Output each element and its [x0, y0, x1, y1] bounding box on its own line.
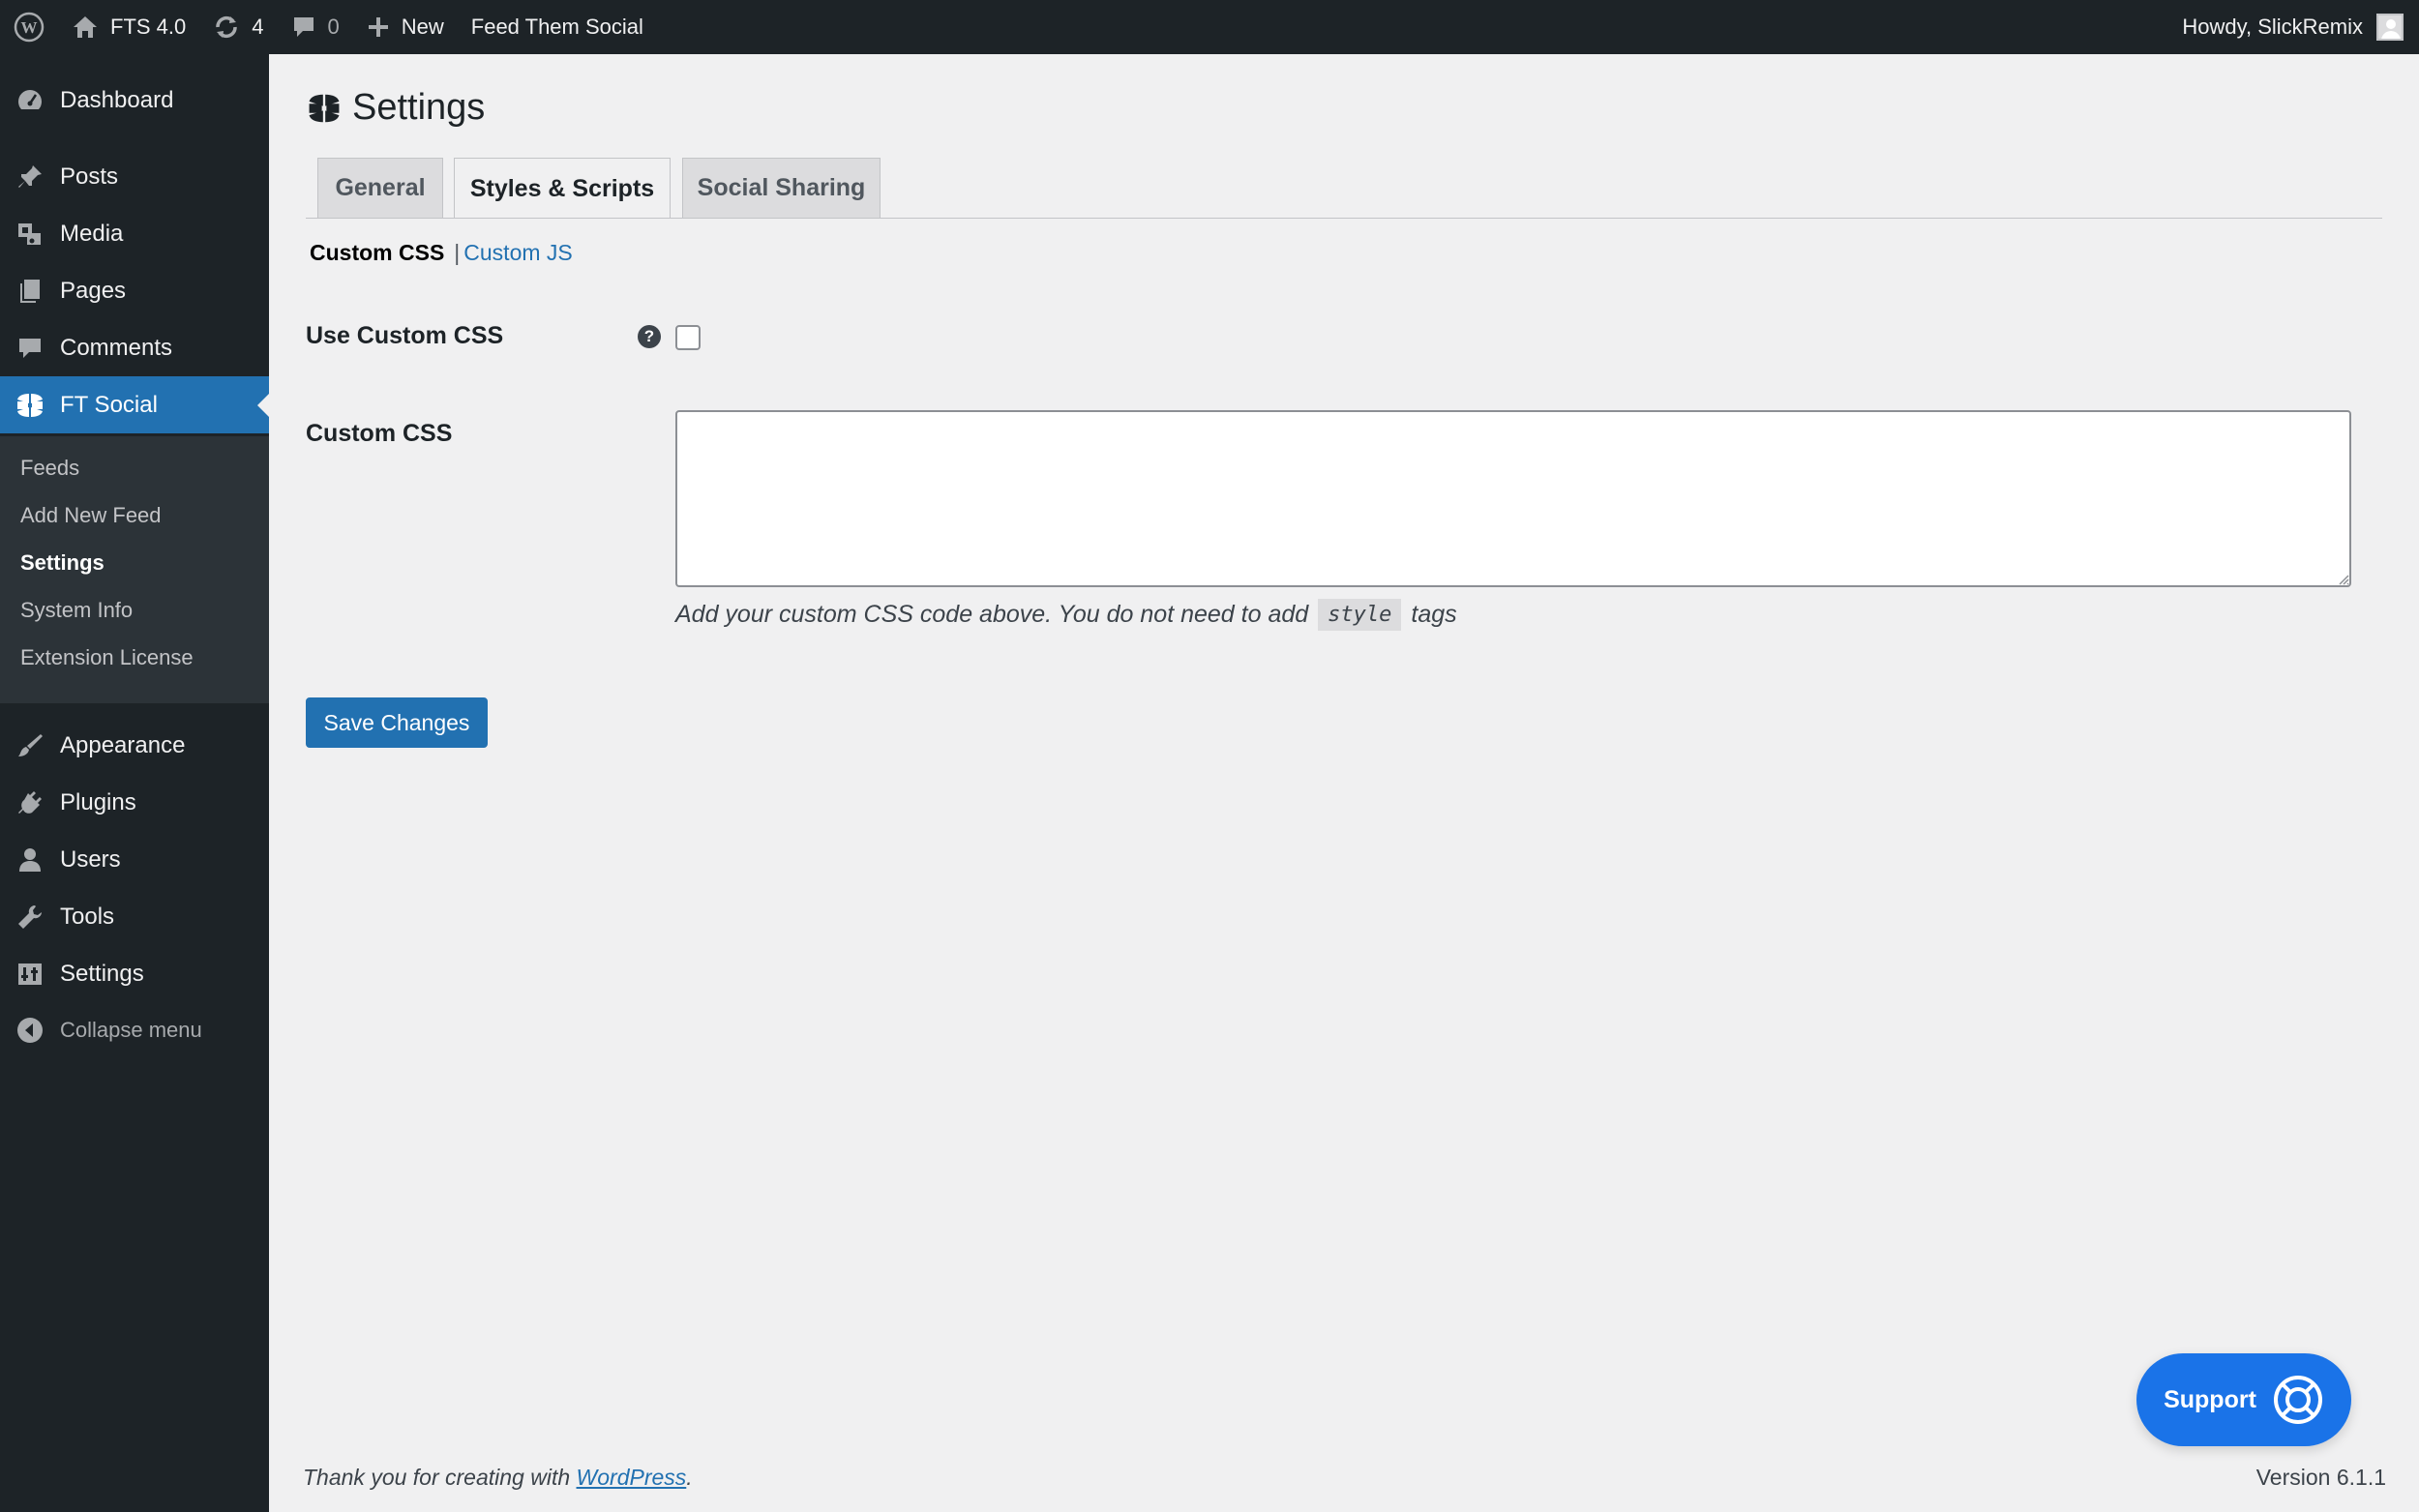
comments-count: 0 — [327, 15, 340, 39]
wordpress-logo-button[interactable]: W — [0, 0, 58, 54]
home-icon — [74, 16, 97, 38]
ft-social-submenu: Feeds Add New Feed Settings System Info … — [0, 436, 269, 703]
menu-label: FT Social — [60, 391, 158, 418]
menu-label: Dashboard — [60, 86, 174, 113]
admin-sidebar: Dashboard Posts Media Pages Comments FT … — [0, 54, 269, 1512]
resize-handle-icon[interactable] — [2338, 574, 2349, 585]
site-name-link[interactable]: FTS 4.0 — [58, 0, 199, 54]
comments-link[interactable]: 0 — [278, 0, 353, 54]
menu-media[interactable]: Media — [0, 205, 269, 262]
menu-plugins[interactable]: Plugins — [0, 774, 269, 831]
new-content-link[interactable]: New — [353, 0, 458, 54]
ft-social-icon — [309, 94, 340, 122]
menu-label: Users — [60, 845, 121, 873]
help-icon[interactable]: ? — [638, 325, 661, 348]
custom-css-label: Custom CSS — [306, 420, 453, 447]
feed-them-social-label: Feed Them Social — [470, 15, 643, 39]
submenu-settings[interactable]: Settings — [20, 550, 105, 576]
support-button[interactable]: Support — [2136, 1353, 2351, 1446]
collapse-menu-button[interactable]: Collapse menu — [0, 1001, 269, 1058]
settings-icon — [0, 960, 60, 989]
ft-social-icon — [0, 391, 60, 420]
submenu-system-info[interactable]: System Info — [20, 598, 133, 623]
avatar — [2376, 14, 2404, 41]
help-glyph: ? — [643, 327, 655, 345]
new-label: New — [401, 15, 444, 39]
collapse-menu-label: Collapse menu — [60, 1017, 202, 1042]
my-account-menu[interactable]: Howdy, SlickRemix — [2182, 0, 2404, 54]
collapse-arrow-icon — [0, 1016, 60, 1045]
footer-thanks: Thank you for creating with WordPress. — [303, 1465, 693, 1491]
menu-settings[interactable]: Settings — [0, 945, 269, 1002]
tab-styles-scripts[interactable]: Styles & Scripts — [454, 158, 671, 219]
footer-wordpress-link[interactable]: WordPress — [577, 1465, 687, 1490]
admin-bar: W FTS 4.0 4 0 New Feed Them Social Howdy… — [0, 0, 2419, 54]
menu-label: Comments — [60, 334, 173, 361]
user-icon — [0, 845, 60, 875]
plus-icon — [368, 17, 388, 37]
howdy-greeting: Howdy, SlickRemix — [2182, 15, 2363, 39]
pin-icon — [0, 163, 60, 192]
media-icon — [0, 220, 60, 249]
lifebuoy-icon — [2273, 1376, 2322, 1424]
page-title: Settings — [306, 87, 485, 129]
tab-social-sharing[interactable]: Social Sharing — [682, 158, 881, 218]
submenu-extension-license[interactable]: Extension License — [20, 645, 194, 670]
use-custom-css-label: Use Custom CSS — [306, 322, 504, 349]
updates-icon — [216, 15, 237, 39]
menu-label: Posts — [60, 163, 119, 190]
comment-bubble-icon — [293, 17, 314, 37]
menu-label: Appearance — [60, 731, 186, 758]
footer-thanks-text: Thank you for creating with — [303, 1465, 571, 1490]
menu-label: Plugins — [60, 788, 136, 815]
tab-divider — [306, 218, 2382, 219]
updates-link[interactable]: 4 — [199, 0, 277, 54]
footer-thanks-period: . — [686, 1465, 693, 1490]
menu-label: Tools — [60, 903, 115, 930]
comment-icon — [0, 334, 60, 363]
menu-ft-social[interactable]: FT Social — [0, 376, 269, 433]
custom-css-textarea[interactable] — [675, 410, 2351, 587]
use-custom-css-checkbox[interactable] — [675, 325, 701, 350]
subnav-custom-css[interactable]: Custom CSS — [310, 240, 444, 266]
support-label: Support — [2164, 1385, 2256, 1413]
pages-icon — [0, 277, 60, 306]
submenu-add-new-feed[interactable]: Add New Feed — [20, 503, 162, 528]
menu-dashboard[interactable]: Dashboard — [0, 72, 269, 129]
menu-appearance[interactable]: Appearance — [0, 717, 269, 774]
menu-label: Settings — [60, 960, 144, 987]
wordpress-logo-icon: W — [14, 12, 45, 43]
menu-pages[interactable]: Pages — [0, 262, 269, 319]
description-text: Add your custom CSS code above. You do n… — [675, 601, 1309, 628]
subnav-custom-js-link[interactable]: Custom JS — [463, 240, 572, 266]
menu-posts[interactable]: Posts — [0, 148, 269, 205]
plug-icon — [0, 788, 60, 817]
feed-them-social-link[interactable]: Feed Them Social — [458, 0, 657, 54]
site-name: FTS 4.0 — [110, 15, 187, 39]
tab-general[interactable]: General — [317, 158, 443, 218]
footer-version: Version 6.1.1 — [2255, 1465, 2386, 1490]
main-content: Settings General Styles & Scripts Social… — [269, 54, 2419, 1512]
sub-navigation: Custom CSS | Custom JS — [310, 240, 573, 266]
submenu-feeds[interactable]: Feeds — [20, 456, 79, 481]
description-text-end: tags — [1411, 601, 1457, 628]
description-code: style — [1318, 599, 1402, 631]
menu-label: Media — [60, 220, 124, 247]
updates-count: 4 — [252, 15, 264, 39]
page-title-text: Settings — [352, 87, 486, 128]
wrench-icon — [0, 903, 60, 932]
svg-text:W: W — [21, 18, 38, 37]
save-changes-button[interactable]: Save Changes — [306, 697, 488, 748]
dashboard-icon — [0, 86, 60, 115]
menu-label: Pages — [60, 277, 127, 304]
brush-icon — [0, 731, 60, 760]
subnav-separator: | — [454, 240, 461, 265]
menu-comments[interactable]: Comments — [0, 319, 269, 376]
menu-tools[interactable]: Tools — [0, 888, 269, 945]
custom-css-description: Add your custom CSS code above. You do n… — [675, 599, 1457, 631]
menu-users[interactable]: Users — [0, 831, 269, 888]
